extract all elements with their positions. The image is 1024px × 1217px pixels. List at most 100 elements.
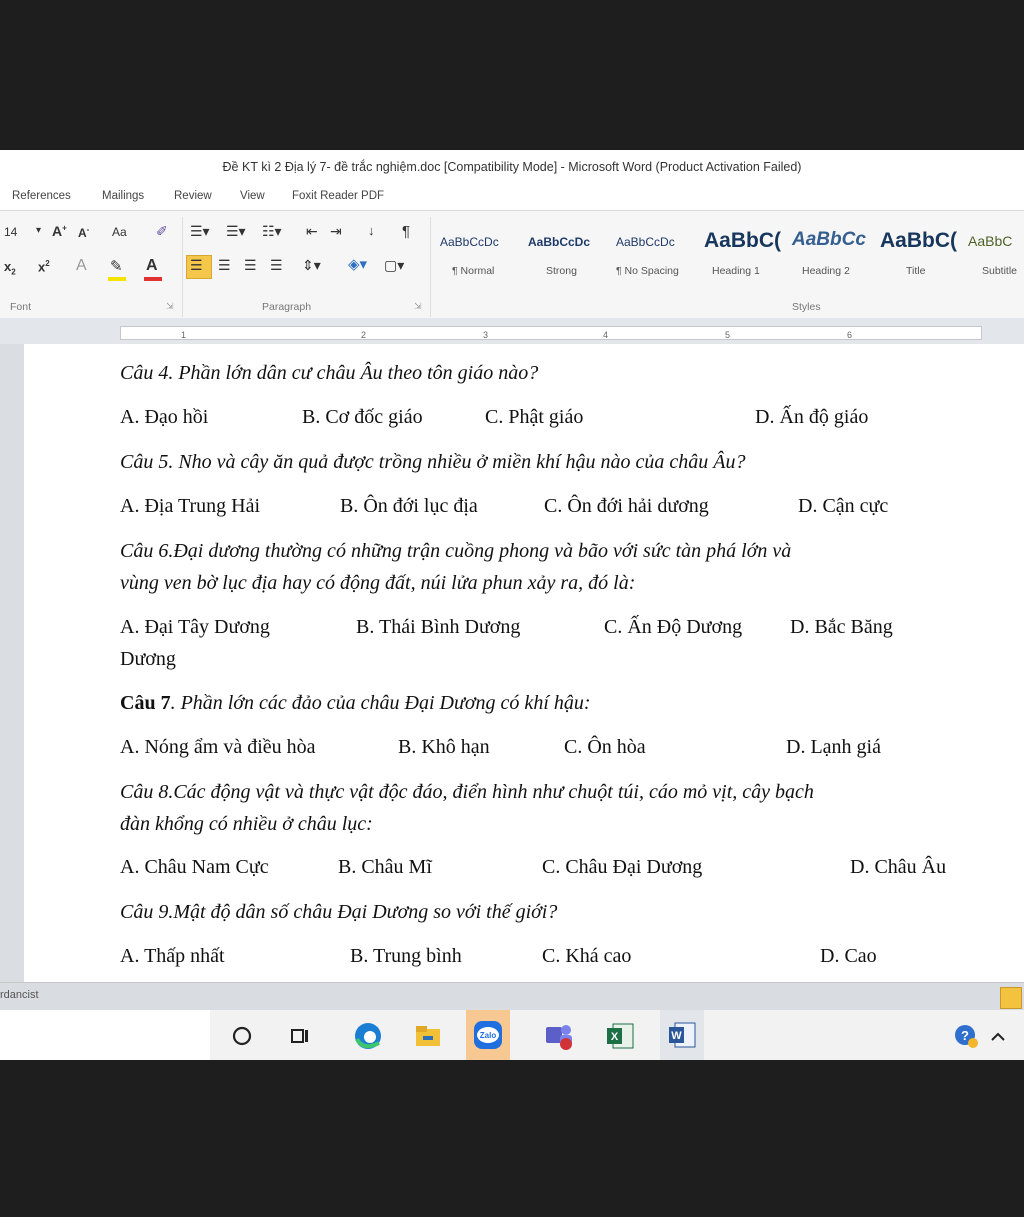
pilcrow-icon[interactable]: ¶ — [402, 223, 410, 240]
borders-icon[interactable]: ▢▾ — [384, 257, 404, 274]
style-no-spacing[interactable]: AaBbCcDc ¶ No Spacing — [616, 229, 702, 289]
word-icon[interactable]: W — [660, 1010, 704, 1060]
multilevel-list-icon[interactable]: ☷▾ — [262, 223, 282, 240]
shrink-font-icon[interactable]: A- — [78, 225, 89, 240]
justify-icon[interactable]: ☰ — [270, 257, 283, 274]
question-8-option-d: D. Châu Âu — [850, 856, 947, 878]
tab-mailings[interactable]: Mailings — [102, 190, 144, 202]
style-name: ¶ No Spacing — [616, 265, 679, 277]
teams-icon[interactable] — [536, 1018, 580, 1054]
align-left-icon: ☰ — [190, 257, 203, 273]
line-spacing-icon[interactable]: ⇕▾ — [302, 257, 321, 274]
font-color-swatch — [144, 277, 162, 281]
question-5: Câu 5. Nho và cây ăn quả được trồng nhiề… — [120, 451, 746, 473]
question-6-option-a: A. Đại Tây Dương — [120, 616, 270, 638]
task-view-icon[interactable] — [278, 1018, 322, 1054]
question-8-line-1: Câu 8.Các động vật và thực vật độc đáo, … — [120, 781, 814, 803]
numbering-icon[interactable]: ☰▾ — [226, 223, 246, 240]
ruler-tick: 2 — [361, 330, 367, 340]
horizontal-ruler[interactable]: 1 2 3 4 5 6 — [0, 318, 1024, 344]
ribbon: 14 ▾ A+ A- Aa ✐ x2 x2 A ✎ A Font ⇲ ☰▾ ☰▾… — [0, 210, 1024, 320]
text-effects-icon[interactable]: A — [76, 257, 87, 275]
svg-text:X: X — [611, 1031, 619, 1043]
question-7-option-a: A. Nóng ẩm và điều hòa — [120, 736, 316, 758]
style-strong[interactable]: AaBbCcDc Strong — [528, 229, 614, 289]
align-center-icon[interactable]: ☰ — [218, 257, 231, 274]
group-label-font: Font — [10, 301, 32, 313]
group-label-styles: Styles — [792, 301, 821, 313]
increase-indent-icon[interactable]: ⇥ — [330, 223, 342, 240]
superscript-icon[interactable]: x2 — [38, 259, 50, 274]
question-5-option-a: A. Địa Trung Hải — [120, 495, 261, 517]
group-label-paragraph: Paragraph — [262, 301, 312, 313]
question-8-option-b: B. Châu Mĩ — [338, 856, 432, 878]
bullets-icon[interactable]: ☰▾ — [190, 223, 210, 240]
tab-references[interactable]: References — [12, 190, 71, 202]
question-6-option-c: C. Ấn Độ Dương — [604, 616, 743, 638]
question-6-option-b: B. Thái Bình Dương — [356, 616, 521, 638]
question-4-option-b: B. Cơ đốc giáo — [302, 406, 423, 428]
question-7-text: . Phần lớn các đảo của châu Đại Dương có… — [170, 692, 591, 714]
question-9: Câu 9.Mật độ dân số châu Đại Dương so vớ… — [120, 901, 558, 923]
question-7-option-d: D. Lạnh giá — [786, 736, 881, 758]
ruler-tick: 5 — [725, 330, 731, 340]
style-name: Heading 2 — [802, 265, 850, 277]
question-4-option-c: C. Phật giáo — [485, 406, 584, 428]
style-subtitle[interactable]: AaBbC Subtitle — [968, 229, 1024, 289]
question-6-line-1: Câu 6.Đại dương thường có những trận cuồ… — [120, 540, 792, 562]
ruler-tick: 3 — [483, 330, 489, 340]
search-circle-icon[interactable] — [220, 1018, 264, 1054]
decrease-indent-icon[interactable]: ⇤ — [306, 223, 318, 240]
title-bar: Đề KT kì 2 Địa lý 7- đề trắc nghiệm.doc … — [0, 150, 1024, 184]
question-9-option-c: C. Khá cao — [542, 945, 632, 967]
style-normal[interactable]: AaBbCcDc ¶ Normal — [440, 229, 526, 289]
subscript-icon[interactable]: x2 — [4, 259, 16, 277]
question-4: Câu 4. Phần lớn dân cư châu Âu theo tôn … — [120, 362, 539, 384]
window-title: Đề KT kì 2 Địa lý 7- đề trắc nghiệm.doc … — [222, 160, 802, 174]
change-case-button[interactable]: Aa — [112, 225, 127, 239]
file-explorer-icon[interactable] — [406, 1018, 450, 1054]
edge-browser-icon[interactable] — [346, 1018, 390, 1054]
ruler-tick: 4 — [603, 330, 609, 340]
shading-icon[interactable]: ◈▾ — [348, 255, 367, 273]
tab-review[interactable]: Review — [174, 190, 212, 202]
question-7-option-c: C. Ôn hòa — [564, 736, 646, 758]
view-mode-icon[interactable] — [1000, 987, 1022, 1009]
style-name: ¶ Normal — [452, 265, 495, 277]
excel-icon[interactable]: X — [598, 1018, 642, 1054]
font-color-icon[interactable]: A — [146, 257, 158, 275]
question-5-option-c: C. Ôn đới hải dương — [544, 495, 709, 517]
grow-font-icon[interactable]: A+ — [52, 223, 67, 239]
question-7-label: Câu 7 — [120, 692, 171, 714]
svg-text:W: W — [671, 1030, 682, 1042]
font-size-box[interactable]: 14 — [4, 225, 17, 239]
question-9-option-a: A. Thấp nhất — [120, 945, 225, 967]
ruler-tick: 1 — [181, 330, 187, 340]
question-6-line-2: vùng ven bờ lục địa hay có động đất, núi… — [120, 572, 636, 594]
document-area[interactable]: Câu 4. Phần lớn dân cư châu Âu theo tôn … — [0, 344, 1024, 982]
paragraph-dialog-launcher-icon[interactable]: ⇲ — [414, 301, 422, 312]
svg-text:Zalo: Zalo — [480, 1031, 497, 1040]
style-heading-1[interactable]: AaBbC( Heading 1 — [704, 229, 790, 289]
ruler-tick: 6 — [847, 330, 853, 340]
question-8-option-a: A. Châu Nam Cực — [120, 856, 269, 878]
chevron-up-icon[interactable] — [978, 1018, 1018, 1054]
tab-foxit-reader-pdf[interactable]: Foxit Reader PDF — [292, 190, 384, 202]
font-dialog-launcher-icon[interactable]: ⇲ — [166, 301, 174, 312]
zalo-icon[interactable]: Zalo — [466, 1010, 510, 1060]
font-size-dropdown-icon[interactable]: ▾ — [36, 225, 41, 236]
taskbar-search-box[interactable] — [0, 1010, 210, 1060]
style-title[interactable]: AaBbC( Title — [880, 229, 966, 289]
question-8-option-c: C. Châu Đại Dương — [542, 856, 703, 878]
highlight-icon[interactable]: ✎ — [110, 257, 123, 275]
style-name: Subtitle — [982, 265, 1018, 277]
document-page[interactable]: Câu 4. Phần lớn dân cư châu Âu theo tôn … — [24, 344, 1024, 982]
align-right-icon[interactable]: ☰ — [244, 257, 257, 274]
clear-format-icon[interactable]: ✐ — [156, 223, 168, 240]
sort-icon[interactable]: ↓ — [368, 223, 375, 238]
tab-view[interactable]: View — [240, 190, 265, 202]
ribbon-tabs: References Mailings Review View Foxit Re… — [0, 184, 1024, 210]
style-heading-2[interactable]: AaBbCc Heading 2 — [792, 229, 878, 289]
question-9-option-d: D. Cao — [820, 945, 877, 967]
separator — [182, 217, 183, 317]
